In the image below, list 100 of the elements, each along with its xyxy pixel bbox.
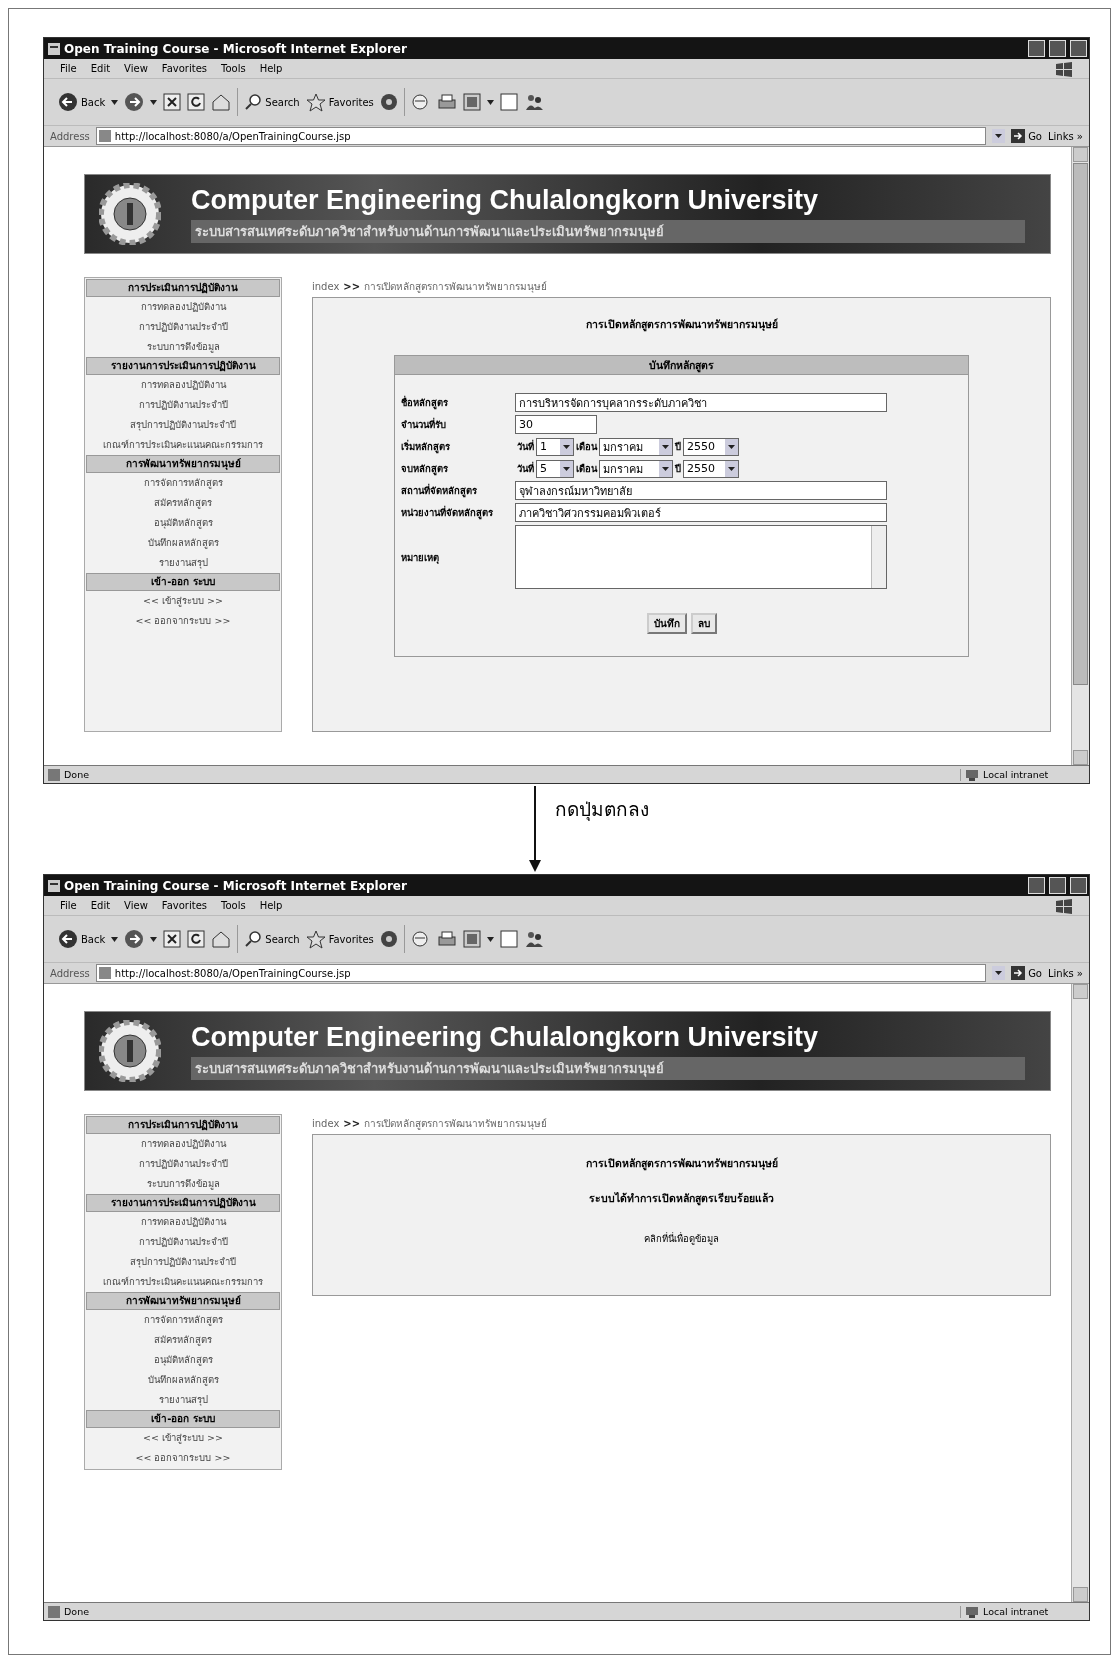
dropdown[interactable]: มกราคม (599, 437, 673, 456)
print-button[interactable] (436, 93, 457, 111)
sidebar-link[interactable]: อนุมัติหลักสูตร (86, 513, 280, 533)
dropdown[interactable]: 2550 (683, 437, 739, 456)
sidebar-link[interactable]: สมัครหลักสูตร (86, 493, 280, 513)
sidebar-link[interactable]: การปฏิบัติงานประจำปี (86, 317, 280, 337)
sidebar-link[interactable]: การทดลองปฏิบัติงาน (86, 375, 280, 395)
menu-item[interactable]: View (124, 63, 148, 74)
refresh-button[interactable] (187, 93, 206, 111)
maximize-button[interactable] (1049, 877, 1066, 894)
sidebar-link[interactable]: การจัดการหลักสูตร (86, 1310, 280, 1330)
links-button[interactable]: Links » (1048, 967, 1083, 979)
caret-icon[interactable] (486, 99, 494, 105)
input-field[interactable]: ภาควิชาวิศวกรรมคอมพิวเตอร์ (515, 503, 887, 522)
sidebar-link[interactable]: << เข้าสู่ระบบ >> (86, 1428, 280, 1448)
address-field[interactable]: http://localhost:8080/a/OpenTrainingCourse.jsp (95, 127, 987, 145)
dropdown-icon[interactable] (992, 129, 1006, 143)
print-button[interactable] (436, 930, 457, 948)
menu-item[interactable]: View (124, 900, 148, 911)
home-button[interactable] (211, 93, 232, 111)
sidebar-link[interactable]: การทดลองปฏิบัติงาน (86, 1134, 280, 1154)
stop-button[interactable] (163, 93, 182, 111)
people-button[interactable] (523, 930, 544, 948)
sidebar-link[interactable]: สรุปการปฏิบัติงานประจำปี (86, 1252, 280, 1272)
menu-item[interactable]: Tools (221, 900, 246, 911)
text-area[interactable] (515, 525, 887, 589)
sidebar-link[interactable]: การปฏิบัติงานประจำปี (86, 1154, 280, 1174)
sidebar-link[interactable]: สรุปการปฏิบัติงานประจำปี (86, 415, 280, 435)
toolbar-button[interactable]: Back (58, 929, 106, 949)
view-data-link[interactable]: คลิกที่นี่เพื่อดูข้อมูล (644, 1231, 719, 1246)
close-button[interactable] (1070, 40, 1087, 57)
sidebar-link[interactable]: ระบบการดึงข้อมูล (86, 337, 280, 357)
dropdown-icon[interactable] (992, 966, 1006, 980)
menu-item[interactable]: Edit (90, 63, 111, 74)
address-field[interactable]: http://localhost:8080/a/OpenTrainingCourse.jsp (95, 964, 987, 982)
stop-button[interactable] (163, 930, 182, 948)
menu-item[interactable]: Edit (90, 900, 111, 911)
maximize-button[interactable] (1049, 40, 1066, 57)
toolbar-button[interactable]: Search (244, 930, 300, 948)
go-button[interactable]: Go (1011, 129, 1042, 143)
sidebar-link[interactable]: การทดลองปฏิบัติงาน (86, 297, 280, 317)
refresh-button[interactable] (187, 930, 206, 948)
minimize-button[interactable] (1028, 877, 1045, 894)
sidebar-link[interactable]: การปฏิบัติงานประจำปี (86, 1232, 280, 1252)
sidebar-link[interactable]: << เข้าสู่ระบบ >> (86, 591, 280, 611)
sidebar-link[interactable]: ระบบการดึงข้อมูล (86, 1174, 280, 1194)
menu-item[interactable]: Tools (221, 63, 246, 74)
input-field[interactable]: การบริหารจัดการบุคลากรระดับภาควิชา (515, 393, 887, 412)
sidebar-link[interactable]: << ออกจากระบบ >> (86, 1448, 280, 1468)
dropdown[interactable]: 5 (536, 459, 574, 478)
edit-button[interactable] (462, 930, 481, 948)
sidebar-link[interactable]: บันทึกผลหลักสูตร (86, 1370, 280, 1390)
close-button[interactable] (1070, 877, 1087, 894)
sidebar-link[interactable]: เกณฑ์การประเมินคะแนนคณะกรรมการ (86, 435, 280, 455)
toolbar-button[interactable]: Back (58, 92, 106, 112)
arrow-icon (1011, 966, 1026, 980)
dropdown[interactable]: 1 (536, 437, 574, 456)
media-button[interactable] (379, 93, 398, 111)
save-button[interactable]: บันทึก (646, 613, 687, 634)
sidebar-link[interactable]: สมัครหลักสูตร (86, 1330, 280, 1350)
menu-item[interactable]: Help (259, 900, 283, 911)
caret-icon[interactable] (150, 936, 158, 942)
sidebar-link[interactable]: รายงานสรุป (86, 1390, 280, 1410)
menu-item[interactable]: Help (259, 63, 283, 74)
sidebar-link[interactable]: เกณฑ์การประเมินคะแนนคณะกรรมการ (86, 1272, 280, 1292)
caret-icon[interactable] (486, 936, 494, 942)
dropdown[interactable]: มกราคม (599, 459, 673, 478)
caret-icon[interactable] (111, 99, 119, 105)
minimize-button[interactable] (1028, 40, 1045, 57)
caret-icon[interactable] (111, 936, 119, 942)
menu-item[interactable]: Favorites (161, 900, 207, 911)
go-button[interactable]: Go (1011, 966, 1042, 980)
fwd-button[interactable] (124, 929, 145, 949)
links-button[interactable]: Links » (1048, 130, 1083, 142)
input-field[interactable]: จุฬาลงกรณ์มหาวิทยาลัย (515, 481, 887, 500)
breadcrumb-link[interactable]: index (312, 1117, 340, 1129)
delete-button[interactable]: ลบ (690, 613, 717, 634)
sidebar-link[interactable]: อนุมัติหลักสูตร (86, 1350, 280, 1370)
toolbar-button[interactable]: Favorites (305, 92, 374, 112)
caret-icon[interactable] (150, 99, 158, 105)
menu-item[interactable]: File (60, 63, 77, 74)
toolbar-button[interactable]: Search (244, 93, 300, 111)
menu-item[interactable]: File (60, 900, 77, 911)
people-button[interactable] (523, 93, 544, 111)
sidebar-link[interactable]: การจัดการหลักสูตร (86, 473, 280, 493)
sidebar-link[interactable]: << ออกจากระบบ >> (86, 611, 280, 631)
dropdown[interactable]: 2550 (683, 459, 739, 478)
sidebar-link[interactable]: การทดลองปฏิบัติงาน (86, 1212, 280, 1232)
scrollbar-thumb[interactable] (1073, 163, 1088, 685)
sidebar-link[interactable]: บันทึกผลหลักสูตร (86, 533, 280, 553)
home-button[interactable] (211, 930, 232, 948)
input-field[interactable]: 30 (515, 415, 597, 434)
toolbar-button[interactable]: Favorites (305, 929, 374, 949)
sidebar-link[interactable]: รายงานสรุป (86, 553, 280, 573)
breadcrumb-link[interactable]: index (312, 280, 340, 292)
sidebar-link[interactable]: การปฏิบัติงานประจำปี (86, 395, 280, 415)
fwd-button[interactable] (124, 92, 145, 112)
edit-button[interactable] (462, 93, 481, 111)
media-button[interactable] (379, 930, 398, 948)
menu-item[interactable]: Favorites (161, 63, 207, 74)
